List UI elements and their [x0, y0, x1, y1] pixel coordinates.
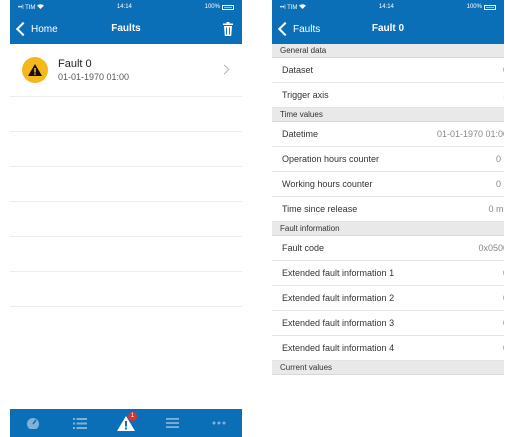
battery: 100%	[205, 4, 234, 10]
row-value: 01-01-1970 01:00	[436, 129, 504, 139]
status-bar: ••l TIM 14:14 100%	[10, 0, 242, 14]
row-value: 0	[503, 343, 504, 353]
row-label: Fault code	[282, 243, 325, 253]
carrier-label: ••l TIM	[18, 4, 36, 11]
row-label: Extended fault information 2	[282, 293, 395, 303]
tab-list[interactable]	[65, 411, 95, 435]
fault-text: Fault 0 01-01-1970 01:00	[58, 58, 129, 82]
row-label: Trigger axis	[282, 90, 329, 100]
nav-bar: Faults Fault 0	[272, 14, 504, 44]
tab-more[interactable]	[204, 411, 234, 435]
battery-percent: 100%	[204, 4, 220, 10]
detail-row: Operation hours counter 0 s	[272, 147, 504, 172]
battery-icon	[483, 4, 496, 10]
chevron-right-icon	[219, 64, 230, 75]
carrier-label: ••l TIM	[280, 4, 298, 11]
row-label: Extended fault information 3	[282, 318, 395, 328]
status-bar: ••l TIM 14:14 100%	[272, 0, 504, 14]
row-value: 0	[503, 65, 504, 75]
battery-icon	[221, 4, 234, 10]
list-separator	[10, 201, 242, 202]
row-value: 1	[503, 90, 504, 100]
carrier: ••l TIM	[280, 3, 307, 11]
menu-icon	[165, 418, 179, 428]
detail-row: Fault code 0x0500	[272, 236, 504, 261]
section-header: Fault information	[272, 222, 504, 236]
row-label: Working hours counter	[282, 179, 373, 189]
status-time: 14:14	[116, 4, 132, 10]
row-value: 0 s	[495, 179, 504, 189]
tab-badge: 1	[127, 412, 137, 421]
fault-date: 01-01-1970 01:00	[58, 72, 130, 82]
detail-row: Dataset 0	[272, 58, 504, 83]
list-separator	[10, 306, 242, 307]
detail-row: Time since release 0 ms	[272, 197, 504, 222]
warning-icon	[22, 57, 48, 83]
row-value: 0 ms	[488, 204, 504, 214]
row-value: 0x0500	[478, 243, 504, 253]
tab-dashboard[interactable]	[18, 411, 48, 435]
fault-list-item[interactable]: Fault 0 01-01-1970 01:00	[10, 44, 242, 97]
detail-row: Extended fault information 1 0	[272, 261, 504, 286]
dashboard-icon	[27, 418, 40, 429]
fault-title: Fault 0	[58, 58, 92, 70]
row-value: 0	[503, 293, 504, 303]
battery: 100%	[467, 4, 496, 10]
list-separator	[10, 271, 242, 272]
tab-faults[interactable]: 1	[111, 411, 141, 435]
wifi-icon	[299, 3, 307, 9]
chevron-left-icon	[15, 21, 31, 37]
more-icon	[212, 421, 226, 425]
list-separator	[10, 96, 242, 97]
section-header: General data	[272, 44, 504, 58]
back-button[interactable]: Faults	[276, 14, 320, 44]
carrier: ••l TIM	[18, 3, 45, 11]
section-header: Current values	[272, 361, 504, 375]
row-value: 0	[503, 268, 504, 278]
empty-list	[10, 96, 242, 341]
row-label: Operation hours counter	[282, 154, 380, 164]
detail-row: Datetime 01-01-1970 01:00	[272, 122, 504, 147]
row-value: 0 s	[495, 154, 504, 164]
detail-row: Working hours counter 0 s	[272, 172, 504, 197]
status-time: 14:14	[378, 4, 394, 10]
row-label: Extended fault information 1	[282, 268, 395, 278]
back-label: Home	[31, 23, 58, 35]
wifi-icon	[37, 3, 45, 9]
chevron-left-icon	[277, 21, 293, 37]
row-label: Extended fault information 4	[282, 343, 395, 353]
list-separator	[10, 166, 242, 167]
row-value: 0	[503, 318, 504, 328]
trash-icon[interactable]	[223, 22, 233, 36]
battery-percent: 100%	[466, 4, 482, 10]
detail-row: Extended fault information 2 0	[272, 286, 504, 311]
nav-bar: Home Faults	[10, 14, 242, 44]
tab-bar: 1	[10, 409, 242, 437]
detail-list: General data Dataset 0 Trigger axis 1 Time…	[272, 44, 504, 375]
back-button[interactable]: Home	[14, 14, 58, 44]
faults-screen: ••l TIM 14:14 100% Home Faults Fault 0 0…	[10, 0, 242, 437]
row-label: Dataset	[282, 65, 314, 75]
detail-row: Extended fault information 4 0	[272, 336, 504, 361]
section-header: Time values	[272, 108, 504, 122]
list-separator	[10, 236, 242, 237]
tab-menu[interactable]	[157, 411, 187, 435]
detail-row: Trigger axis 1	[272, 83, 504, 108]
fault-detail-screen: ••l TIM 14:14 100% Faults Fault 0 Genera…	[272, 0, 504, 437]
list-icon	[72, 417, 87, 429]
back-label: Faults	[293, 23, 321, 35]
detail-row: Extended fault information 3 0	[272, 311, 504, 336]
row-label: Datetime	[282, 129, 319, 139]
list-separator	[10, 131, 242, 132]
row-label: Time since release	[282, 204, 358, 214]
